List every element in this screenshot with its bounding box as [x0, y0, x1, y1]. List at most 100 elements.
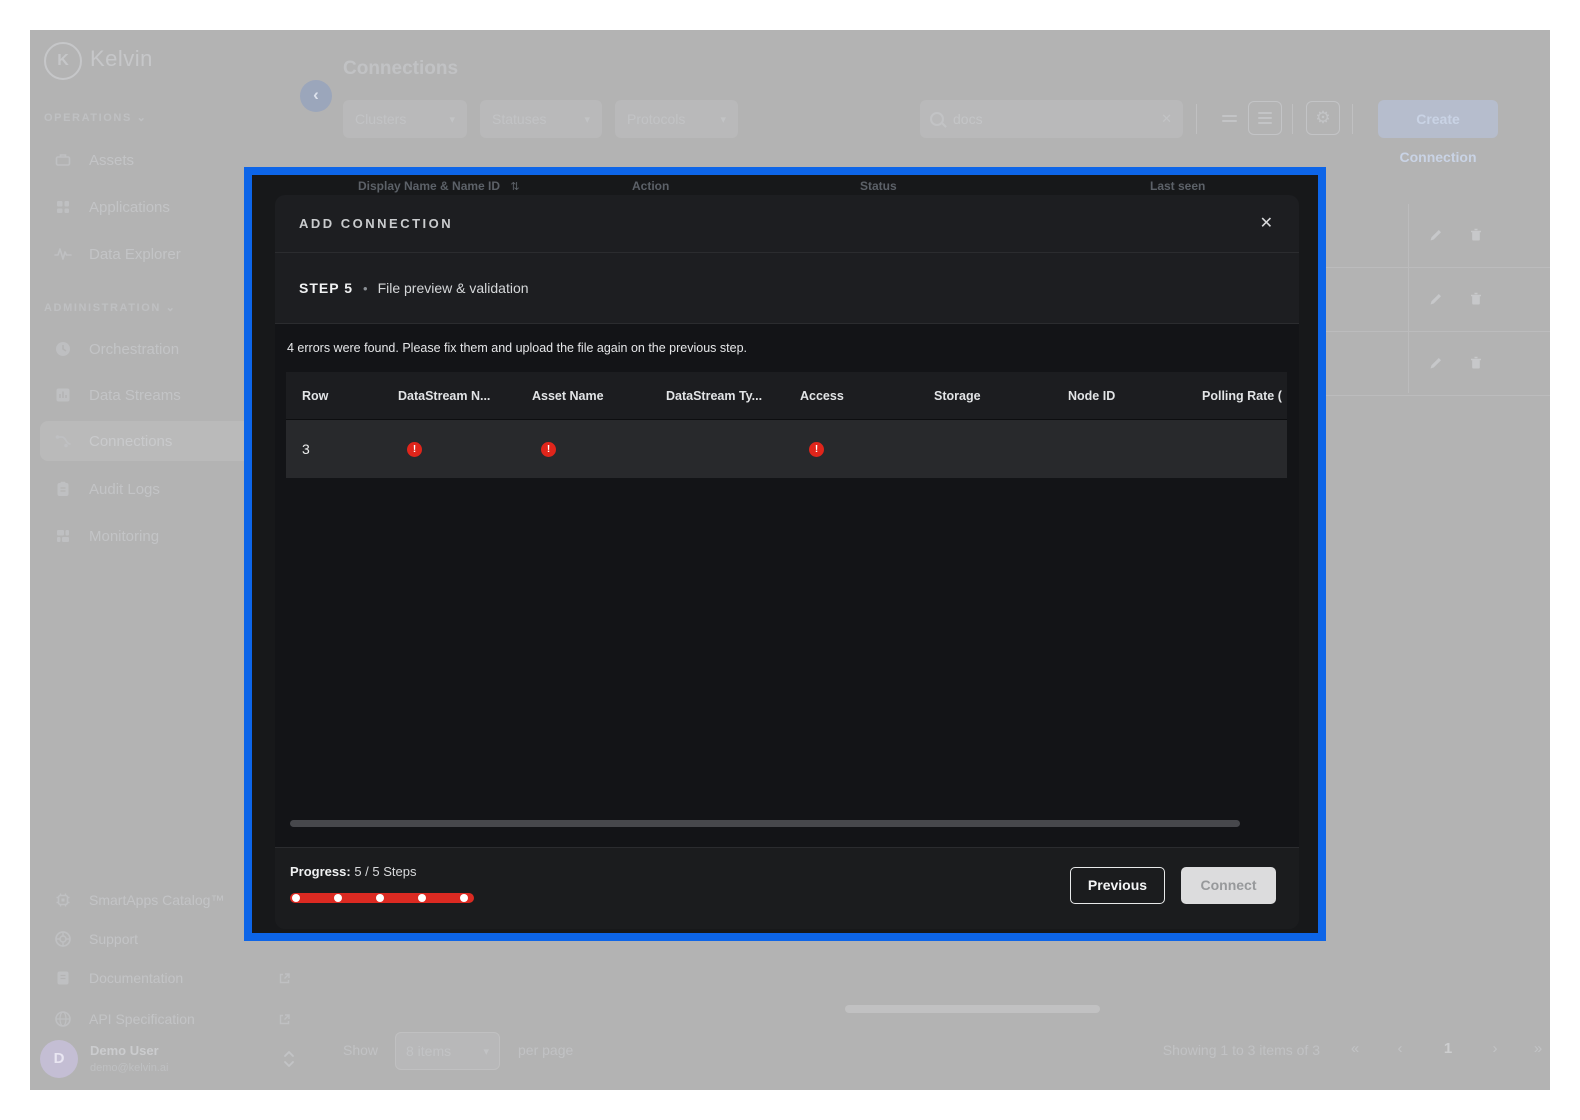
step-bar: STEP 5 • File preview & validation: [275, 253, 1299, 324]
data-streams-icon: [54, 386, 72, 404]
search-value: docs: [953, 111, 983, 127]
polling-rate-cell: [1186, 420, 1287, 478]
bg-column-last-seen: Last seen: [1150, 177, 1205, 195]
connections-table-actions: [1326, 204, 1550, 396]
search-icon: [930, 112, 944, 126]
column-datastream-type: DataStream Ty...: [650, 372, 784, 419]
datastream-type-cell: [650, 420, 784, 478]
search-input[interactable]: docs ✕: [920, 100, 1183, 138]
avatar[interactable]: D: [40, 1040, 78, 1078]
external-link-icon: [278, 972, 291, 985]
bg-column-action: Action: [632, 177, 669, 195]
create-connection-button[interactable]: Create Connection: [1378, 100, 1498, 138]
per-page-select[interactable]: 8 items ▾: [395, 1032, 500, 1070]
modal-footer: Progress: 5 / 5 Steps Previous Connect: [275, 847, 1299, 929]
modal-content: 4 errors were found. Please fix them and…: [275, 324, 1299, 847]
step-separator: •: [363, 281, 368, 296]
filter-statuses[interactable]: Statuses ▾: [480, 100, 602, 138]
error-icon: !: [809, 442, 824, 457]
sidebar-item-api-specification[interactable]: API Specification: [40, 999, 305, 1039]
progress-step-dot: [334, 894, 342, 902]
chevron-down-icon: ▾: [720, 113, 726, 126]
table-settings-button[interactable]: ⚙: [1306, 101, 1340, 135]
documentation-icon: [54, 969, 72, 987]
chevron-down-icon: ⌄: [166, 302, 177, 314]
gear-icon: ⚙: [1315, 108, 1330, 128]
column-polling-rate: Polling Rate (: [1186, 372, 1287, 419]
audit-logs-icon: [54, 480, 72, 498]
edit-icon[interactable]: [1428, 227, 1444, 243]
user-email: demo@kelvin.ai: [90, 1062, 168, 1074]
divider: [1352, 104, 1353, 134]
sidebar-section-operations[interactable]: OPERATIONS ⌄: [44, 111, 147, 124]
show-label: Show: [343, 1042, 378, 1058]
user-menu-toggle-icon[interactable]: [282, 1048, 296, 1070]
asset-name-cell: !: [516, 420, 650, 478]
table-row: [1326, 332, 1550, 396]
connect-button[interactable]: Connect: [1181, 867, 1276, 904]
connections-icon: [54, 432, 72, 450]
progress-label: Progress: 5 / 5 Steps: [290, 864, 416, 879]
column-datastream-name: DataStream N...: [382, 372, 516, 419]
highlight-region: Display Name & Name ID ⇅ Action Status L…: [244, 167, 1326, 941]
node-id-cell: [1052, 420, 1186, 478]
search-clear-icon[interactable]: ✕: [1161, 111, 1172, 127]
progress-bar: [290, 893, 474, 903]
user-name: Demo User: [90, 1043, 159, 1058]
chevron-down-icon: ▾: [584, 113, 590, 126]
pagination-page-1[interactable]: 1: [1437, 1040, 1459, 1057]
column-asset-name: Asset Name: [516, 372, 650, 419]
step-label: STEP 5: [299, 280, 353, 296]
api-specification-icon: [54, 1010, 72, 1028]
column-row: Row: [286, 372, 382, 419]
applications-icon: [54, 198, 72, 216]
error-icon: !: [541, 442, 556, 457]
delete-icon[interactable]: [1468, 355, 1484, 371]
chevron-down-icon: ▾: [483, 1045, 489, 1058]
horizontal-scrollbar[interactable]: [290, 820, 1240, 827]
preview-table: Row DataStream N... Asset Name DataStrea…: [286, 372, 1287, 478]
external-link-icon: [278, 1013, 291, 1026]
filter-protocols[interactable]: Protocols ▾: [615, 100, 738, 138]
step-title: File preview & validation: [378, 280, 529, 296]
per-page-label: per page: [518, 1042, 573, 1058]
bg-column-display-name: Display Name & Name ID ⇅: [358, 177, 520, 195]
chevron-down-icon: ▾: [449, 113, 455, 126]
horizontal-scrollbar[interactable]: [845, 1005, 1100, 1013]
pagination-last-button[interactable]: »: [1527, 1040, 1549, 1057]
access-cell: !: [784, 420, 918, 478]
pagination-summary: Showing 1 to 3 items of 3: [1150, 1042, 1320, 1058]
table-row: [1326, 204, 1550, 268]
bg-column-status: Status: [860, 177, 897, 195]
sidebar-collapse-button[interactable]: ‹: [300, 80, 332, 112]
modal-title: ADD CONNECTION: [299, 216, 453, 231]
row-number-cell: 3: [286, 420, 382, 478]
progress-step-dot: [376, 894, 384, 902]
divider: [1292, 104, 1293, 134]
smartapps-catalog-icon: [54, 891, 72, 909]
preview-table-header: Row DataStream N... Asset Name DataStrea…: [286, 372, 1287, 420]
sidebar-item-documentation[interactable]: Documentation: [40, 958, 305, 998]
sidebar-section-administration[interactable]: ADMINISTRATION ⌄: [44, 301, 176, 314]
column-access: Access: [784, 372, 918, 419]
kelvin-logo-text: Kelvin: [90, 46, 153, 72]
pagination-next-button[interactable]: ›: [1484, 1040, 1506, 1057]
filter-clusters[interactable]: Clusters ▾: [343, 100, 467, 138]
close-icon[interactable]: ✕: [1260, 213, 1273, 233]
edit-icon[interactable]: [1428, 355, 1444, 371]
assets-icon: [54, 151, 72, 169]
list-view-button[interactable]: [1248, 101, 1282, 135]
column-node-id: Node ID: [1052, 372, 1186, 419]
delete-icon[interactable]: [1468, 227, 1484, 243]
modal-header: ADD CONNECTION ✕: [275, 195, 1299, 253]
card-view-button[interactable]: [1212, 101, 1246, 135]
data-explorer-icon: [54, 245, 72, 263]
chevron-down-icon: ⌄: [137, 112, 148, 124]
delete-icon[interactable]: [1468, 291, 1484, 307]
pagination-prev-button[interactable]: ‹: [1389, 1040, 1411, 1057]
pagination-first-button[interactable]: «: [1344, 1040, 1366, 1057]
kelvin-logo-icon: K: [44, 42, 82, 80]
support-icon: [54, 930, 72, 948]
edit-icon[interactable]: [1428, 291, 1444, 307]
previous-button[interactable]: Previous: [1070, 867, 1165, 904]
